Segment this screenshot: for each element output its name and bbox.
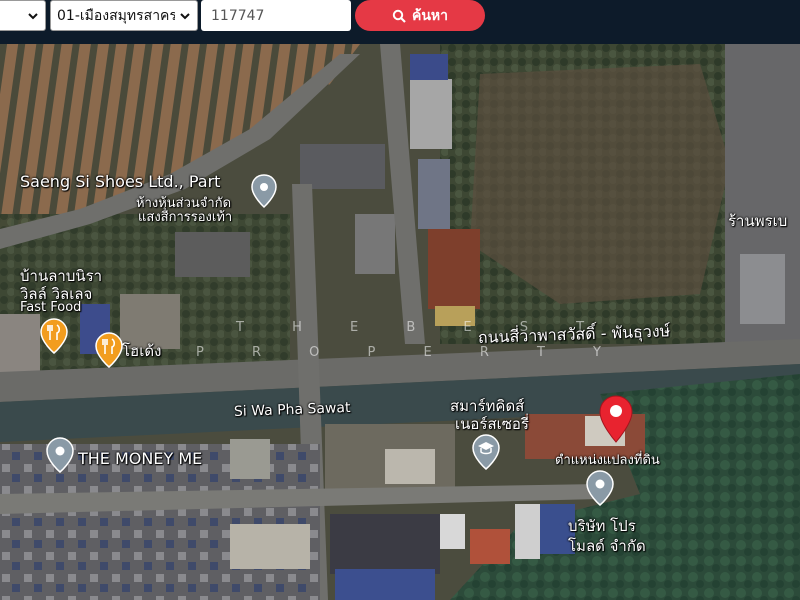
map-label-hodeng: โฮเด้ง [122,342,162,360]
search-button-label: ค้นหา [411,7,449,24]
parcel-marker-icon[interactable] [598,394,634,444]
location-pin-icon[interactable] [251,174,277,208]
chevron-down-icon [180,12,190,19]
satellite-map[interactable]: T H E B E S T P R O P E R T Y Saeng Si S… [0,44,800,600]
parcel-number-input[interactable] [201,0,351,31]
map-label-fast-food: Fast Food [20,300,82,315]
search-bar: 01-เมืองสมุทรสาคร ค้นหา [0,0,800,44]
map-label-parcel-location: ตำแหน่งแปลงที่ดิน [555,453,660,468]
location-pin-icon[interactable] [46,437,74,473]
district-select[interactable]: 01-เมืองสมุทรสาคร [50,0,198,31]
map-label-saeng-si-th-2: แสงสีการรองเท้า [138,210,233,225]
map-label-smart-kids-2: เนอร์สเซอรี่ [455,415,529,433]
map-label-saeng-si-en: Saeng Si Shoes Ltd., Part [20,172,221,191]
location-pin-icon[interactable] [586,470,614,506]
province-select[interactable] [0,0,46,31]
district-select-value: 01-เมืองสมุทรสาคร [57,7,175,24]
map-label-money-me: THE MONEY ME [78,449,203,468]
search-button[interactable]: ค้นหา [355,0,485,31]
graduation-cap-icon[interactable] [472,434,500,470]
map-label-shop-right: ร้านพรเบ [728,212,788,230]
fork-knife-icon[interactable] [40,318,68,354]
chevron-down-icon [28,12,38,19]
search-icon [392,9,406,23]
fork-knife-icon[interactable] [95,332,123,368]
map-label-company-2: โมลด์ จำกัด [568,537,646,555]
